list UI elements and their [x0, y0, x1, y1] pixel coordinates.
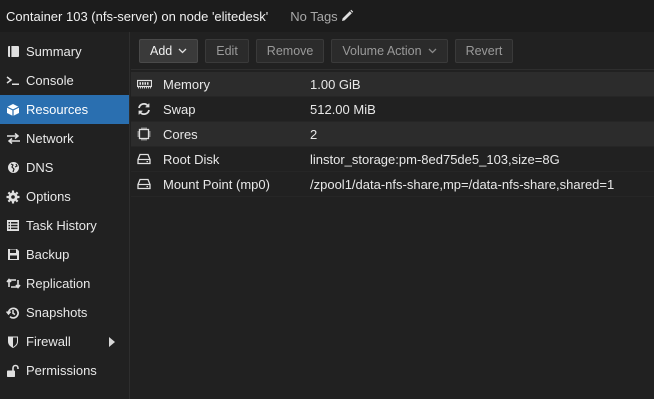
- resource-value: linstor_storage:pm-8ed75de5_103,size=8G: [310, 151, 560, 167]
- volume-action-button-label: Volume Action: [342, 43, 422, 58]
- remove-button[interactable]: Remove: [255, 38, 325, 63]
- resource-key: Swap: [163, 101, 196, 117]
- sidebar-item-label: Permissions: [26, 363, 97, 378]
- sidebar-item-task-history[interactable]: Task History: [0, 211, 129, 240]
- sidebar-item-permissions[interactable]: Permissions: [0, 356, 129, 385]
- title-bar: Container 103 (nfs-server) on node 'elit…: [0, 0, 654, 32]
- exchange-icon: [4, 131, 22, 147]
- resource-key: Root Disk: [163, 151, 220, 167]
- pencil-icon[interactable]: [340, 9, 354, 23]
- resource-value: 1.00 GiB: [310, 76, 361, 92]
- cube-icon: [4, 102, 22, 118]
- remove-button-label: Remove: [266, 43, 314, 58]
- sidebar-item-dns[interactable]: DNS: [0, 153, 129, 182]
- cpu-icon: [132, 127, 156, 141]
- sidebar-item-options[interactable]: Options: [0, 182, 129, 211]
- sidebar-item-snapshots[interactable]: Snapshots: [0, 298, 129, 327]
- edit-button[interactable]: Edit: [205, 38, 249, 63]
- revert-button[interactable]: Revert: [454, 38, 514, 63]
- submenu-arrow-icon[interactable]: [109, 337, 115, 347]
- resources-panel: Add Edit Remove Volume Action Revert Mem…: [131, 32, 654, 399]
- hdd-icon: [132, 178, 156, 190]
- sidebar-item-label: Backup: [26, 247, 70, 262]
- resource-value: 2: [310, 126, 318, 142]
- resource-key: Memory: [163, 76, 210, 92]
- tags-label: No Tags: [290, 8, 338, 24]
- table-row[interactable]: Memory 1.00 GiB: [131, 72, 654, 97]
- memory-icon: [132, 79, 156, 89]
- shield-icon: [4, 334, 22, 350]
- sidebar-item-label: Task History: [26, 218, 97, 233]
- list-icon: [4, 218, 22, 234]
- hdd-icon: [132, 153, 156, 165]
- table-row[interactable]: Root Disk linstor_storage:pm-8ed75de5_10…: [131, 147, 654, 172]
- resource-value: 512.00 MiB: [310, 101, 376, 117]
- sidebar-item-label: Options: [26, 189, 71, 204]
- resource-key: Cores: [163, 126, 198, 142]
- retweet-icon: [4, 276, 22, 292]
- add-button[interactable]: Add: [139, 38, 199, 63]
- sidebar-item-label: Resources: [26, 102, 89, 117]
- terminal-icon: [4, 73, 22, 89]
- floppy-icon: [4, 247, 22, 263]
- page-title: Container 103 (nfs-server) on node 'elit…: [6, 8, 269, 24]
- history-icon: [4, 305, 22, 321]
- volume-action-button[interactable]: Volume Action: [331, 38, 448, 63]
- add-button-label: Add: [150, 43, 173, 58]
- toolbar: Add Edit Remove Volume Action Revert: [131, 32, 654, 70]
- edit-button-label: Edit: [216, 43, 238, 58]
- sidebar-item-replication[interactable]: Replication: [0, 269, 129, 298]
- revert-button-label: Revert: [465, 43, 503, 58]
- globe-icon: [4, 160, 22, 176]
- sidebar-item-network[interactable]: Network: [0, 124, 129, 153]
- table-row[interactable]: Cores 2: [131, 122, 654, 147]
- refresh-icon: [132, 102, 156, 116]
- resource-key: Mount Point (mp0): [163, 176, 270, 192]
- sidebar-item-label: Network: [26, 131, 74, 146]
- sidebar-item-label: DNS: [26, 160, 54, 175]
- table-row[interactable]: Swap 512.00 MiB: [131, 97, 654, 122]
- book-icon: [4, 44, 22, 60]
- sidebar-item-label: Console: [26, 73, 74, 88]
- sidebar-item-label: Firewall: [26, 334, 71, 349]
- resource-value: /zpool1/data-nfs-share,mp=/data-nfs-shar…: [310, 176, 615, 192]
- table-row[interactable]: Mount Point (mp0) /zpool1/data-nfs-share…: [131, 172, 654, 197]
- sidebar-item-summary[interactable]: Summary: [0, 37, 129, 66]
- chevron-down-icon: [428, 48, 437, 54]
- sidebar-item-label: Replication: [26, 276, 91, 291]
- resources-grid: Memory 1.00 GiB Swap 512.00 MiB Cores 2 …: [131, 72, 654, 197]
- sidebar-item-label: Summary: [26, 44, 82, 59]
- chevron-down-icon: [178, 48, 187, 54]
- gear-icon: [4, 189, 22, 205]
- sidebar-item-label: Snapshots: [26, 305, 88, 320]
- sidebar-item-firewall[interactable]: Firewall: [0, 327, 129, 356]
- sidebar-item-backup[interactable]: Backup: [0, 240, 129, 269]
- sidebar: Summary Console Resources Network DNS Op…: [0, 32, 130, 399]
- sidebar-item-console[interactable]: Console: [0, 66, 129, 95]
- unlock-icon: [4, 363, 22, 379]
- tags-editor[interactable]: No Tags: [290, 9, 353, 24]
- sidebar-item-resources[interactable]: Resources: [0, 95, 129, 124]
